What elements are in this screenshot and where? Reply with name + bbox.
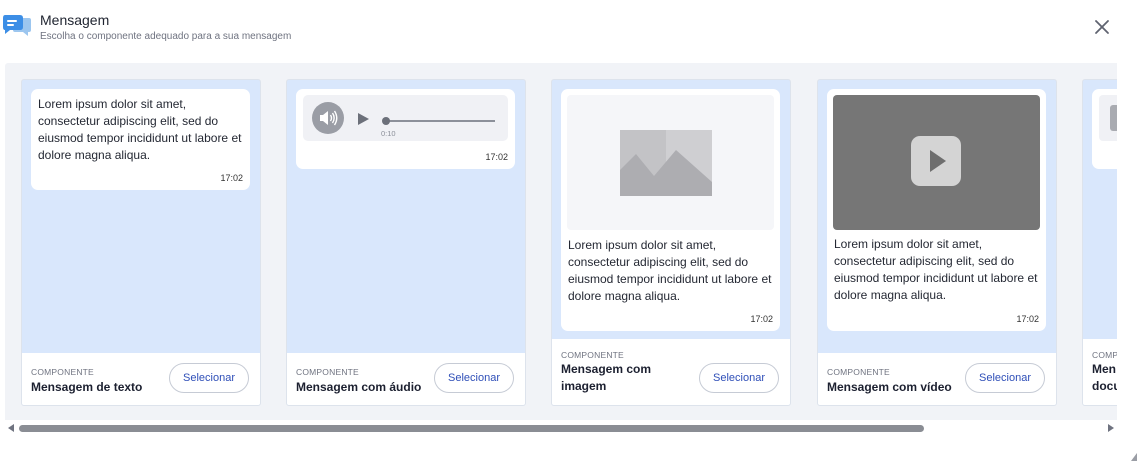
card-footer: COMPONENTE Mensagem com imagem Seleciona… [552, 339, 790, 405]
component-name-line1: Men [1092, 362, 1116, 376]
image-placeholder [567, 95, 774, 230]
volume-icon[interactable] [311, 101, 345, 135]
document-message-preview [1092, 89, 1117, 169]
scroll-right-arrow-icon[interactable] [1108, 424, 1114, 432]
component-name-line2: docu [1092, 379, 1117, 393]
card-footer: COMP Men docu [1083, 339, 1117, 405]
message-time: 17:02 [750, 314, 773, 324]
component-card-document[interactable]: COMP Men docu [1082, 79, 1117, 406]
audio-progress-knob[interactable] [382, 117, 390, 125]
preview-text: Lorem ipsum dolor sit amet, consectetur … [38, 97, 242, 162]
component-card-image[interactable]: Lorem ipsum dolor sit amet, consectetur … [551, 79, 791, 406]
audio-message-preview: 0:10 17:02 [296, 89, 515, 169]
select-button[interactable]: Selecionar [169, 363, 249, 393]
preview-text: Lorem ipsum dolor sit amet, consectetur … [834, 237, 1038, 302]
page-edge [1117, 0, 1137, 461]
card-footer: COMPONENTE Mensagem com vídeo Selecionar [818, 353, 1056, 405]
component-name: Mensagem com vídeo [827, 380, 952, 394]
modal-subtitle: Escolha o componente adequado para a sua… [40, 31, 292, 42]
video-placeholder [833, 95, 1040, 230]
document-icon [1110, 105, 1117, 131]
component-name: Mensagem com áudio [296, 380, 422, 394]
audio-duration: 0:10 [381, 129, 396, 138]
card-footer: COMPONENTE Mensagem de texto Selecionar [22, 353, 260, 405]
close-icon[interactable] [1091, 16, 1113, 38]
image-message-preview: Lorem ipsum dolor sit amet, consectetur … [561, 89, 780, 331]
message-time: 17:02 [220, 173, 243, 183]
scroll-left-arrow-icon[interactable] [8, 424, 14, 432]
play-button-icon[interactable] [911, 136, 961, 186]
scrollbar-thumb[interactable] [19, 425, 924, 432]
preview-text: Lorem ipsum dolor sit amet, consectetur … [568, 238, 772, 303]
resize-corner-icon[interactable] [1131, 453, 1137, 461]
select-button[interactable]: Selecionar [699, 363, 779, 393]
component-card-video[interactable]: Lorem ipsum dolor sit amet, consectetur … [817, 79, 1057, 406]
component-card-text[interactable]: Lorem ipsum dolor sit amet, consectetur … [21, 79, 261, 406]
chat-bubbles-icon [3, 15, 31, 36]
image-icon [620, 130, 712, 196]
component-name: Mensagem de texto [31, 380, 143, 394]
select-button[interactable]: Selecionar [434, 363, 514, 393]
card-footer: COMPONENTE Mensagem com áudio Selecionar [287, 353, 525, 405]
component-label: COMPONENTE [31, 367, 94, 377]
component-label: COMP [1092, 350, 1117, 360]
component-label: COMPONENTE [296, 367, 359, 377]
message-time: 17:02 [485, 152, 508, 162]
play-icon[interactable] [356, 112, 370, 126]
component-card-audio[interactable]: 0:10 17:02 COMPONENTE Mensagem com áudio… [286, 79, 526, 406]
document-placeholder [1099, 95, 1117, 141]
component-name-line2: imagem [561, 379, 607, 393]
modal-header: Mensagem Escolha o componente adequado p… [0, 0, 1137, 62]
audio-progress-track[interactable] [386, 120, 495, 122]
component-gallery[interactable]: Lorem ipsum dolor sit amet, consectetur … [5, 63, 1117, 420]
modal-title: Mensagem [40, 12, 110, 28]
component-label: COMPONENTE [561, 350, 624, 360]
audio-player: 0:10 [303, 95, 508, 141]
video-message-preview: Lorem ipsum dolor sit amet, consectetur … [827, 89, 1046, 331]
component-name-line1: Mensagem com [561, 362, 652, 376]
text-message-preview: Lorem ipsum dolor sit amet, consectetur … [31, 89, 250, 190]
component-label: COMPONENTE [827, 367, 890, 377]
select-button[interactable]: Selecionar [965, 363, 1045, 393]
message-time: 17:02 [1016, 314, 1039, 324]
